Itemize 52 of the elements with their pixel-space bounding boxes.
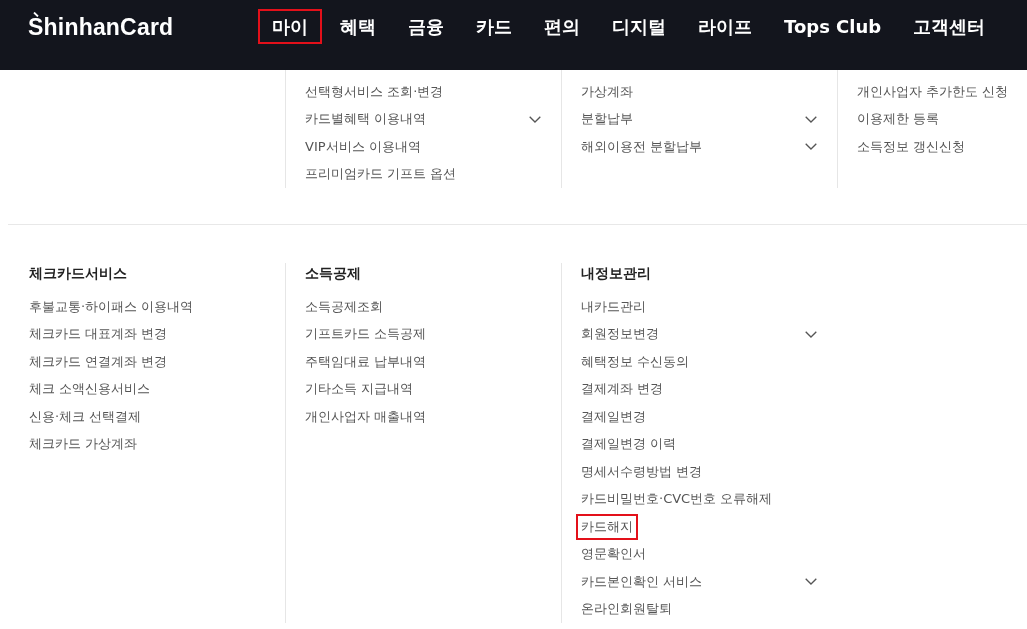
menu-link[interactable]: 카드비밀번호·CVC번호 오류해제 <box>576 486 778 513</box>
menu-link[interactable]: 영문확인서 <box>576 541 651 568</box>
chevron-down-icon[interactable] <box>805 115 817 123</box>
nav-tab[interactable]: 카드 <box>462 9 526 44</box>
nav-tab[interactable]: 혜택 <box>326 9 390 44</box>
menu-link[interactable]: 소득정보 갱신신청 <box>852 133 971 160</box>
menu-link[interactable]: 소득공제조회 <box>300 293 388 320</box>
nav-tab[interactable]: Tops Club <box>770 9 896 44</box>
chevron-down-icon[interactable] <box>805 143 817 151</box>
menu-link[interactable]: 해외이용전 분할납부 <box>576 133 708 160</box>
menu-link[interactable]: 기타소득 지급내역 <box>300 376 419 403</box>
nav-tab[interactable]: 마이 <box>258 9 322 44</box>
menu-heading: 내정보관리 <box>581 264 652 283</box>
menu-link[interactable]: 기프트카드 소득공제 <box>300 321 432 348</box>
nav-tab[interactable]: 라이프 <box>684 9 766 44</box>
menu-link[interactable]: 체크 소액신용서비스 <box>24 376 156 403</box>
menu-link[interactable]: 카드별혜택 이용내역 <box>300 106 432 133</box>
menu-link[interactable]: 후불교통·하이패스 이용내역 <box>24 293 199 320</box>
menu-link[interactable]: 회원정보변경 <box>576 321 664 348</box>
chevron-down-icon[interactable] <box>805 330 817 338</box>
logo[interactable]: ShinhanCard <box>28 13 174 40</box>
menu-link[interactable]: 체크카드 가상계좌 <box>24 431 143 458</box>
nav-tab[interactable]: 디지털 <box>598 9 680 44</box>
menu-link[interactable]: 분할납부 <box>576 106 638 133</box>
chevron-down-icon[interactable] <box>529 115 541 123</box>
nav-tab[interactable]: 금융 <box>394 9 458 44</box>
logo-mark-icon <box>33 12 39 17</box>
menu-link[interactable]: 결제일변경 이력 <box>576 431 682 458</box>
menu-link[interactable]: 카드본인확인 서비스 <box>576 568 708 595</box>
menu-link[interactable]: 온라인회원탈퇴 <box>576 596 677 623</box>
chevron-down-icon[interactable] <box>805 578 817 586</box>
menu-link[interactable]: 주택임대료 납부내역 <box>300 348 432 375</box>
menu-link[interactable]: 체크카드 대표계좌 변경 <box>24 321 173 348</box>
menu-link[interactable]: 체크카드 연결계좌 변경 <box>24 348 173 375</box>
menu-link[interactable]: 이용제한 등록 <box>852 106 945 133</box>
menu-link[interactable]: 내카드관리 <box>576 293 651 320</box>
menu-link[interactable]: 선택형서비스 조회·변경 <box>300 78 449 105</box>
menu-heading: 소득공제 <box>305 264 362 283</box>
menu-link[interactable]: 개인사업자 추가한도 신청 <box>852 78 1014 105</box>
menu-link[interactable]: 개인사업자 매출내역 <box>300 403 432 430</box>
menu-link[interactable]: 가상계좌 <box>576 78 638 105</box>
menu-heading: 체크카드서비스 <box>29 264 128 283</box>
menu-link[interactable]: 결제일변경 <box>576 403 651 430</box>
menu-link[interactable]: 신용·체크 선택결제 <box>24 403 147 430</box>
nav-tab[interactable]: 편의 <box>530 9 594 44</box>
nav-tab[interactable]: 고객센터 <box>899 9 1000 44</box>
menu-link[interactable]: 명세서수령방법 변경 <box>576 458 708 485</box>
menu-link[interactable]: 혜택정보 수신동의 <box>576 348 695 375</box>
menu-link[interactable]: 결제계좌 변경 <box>576 376 669 403</box>
menu-link[interactable]: 프리미엄카드 기프트 옵션 <box>300 161 462 188</box>
menu-link[interactable]: VIP서비스 이용내역 <box>300 133 426 160</box>
menu-link[interactable]: 카드해지 <box>576 513 638 540</box>
